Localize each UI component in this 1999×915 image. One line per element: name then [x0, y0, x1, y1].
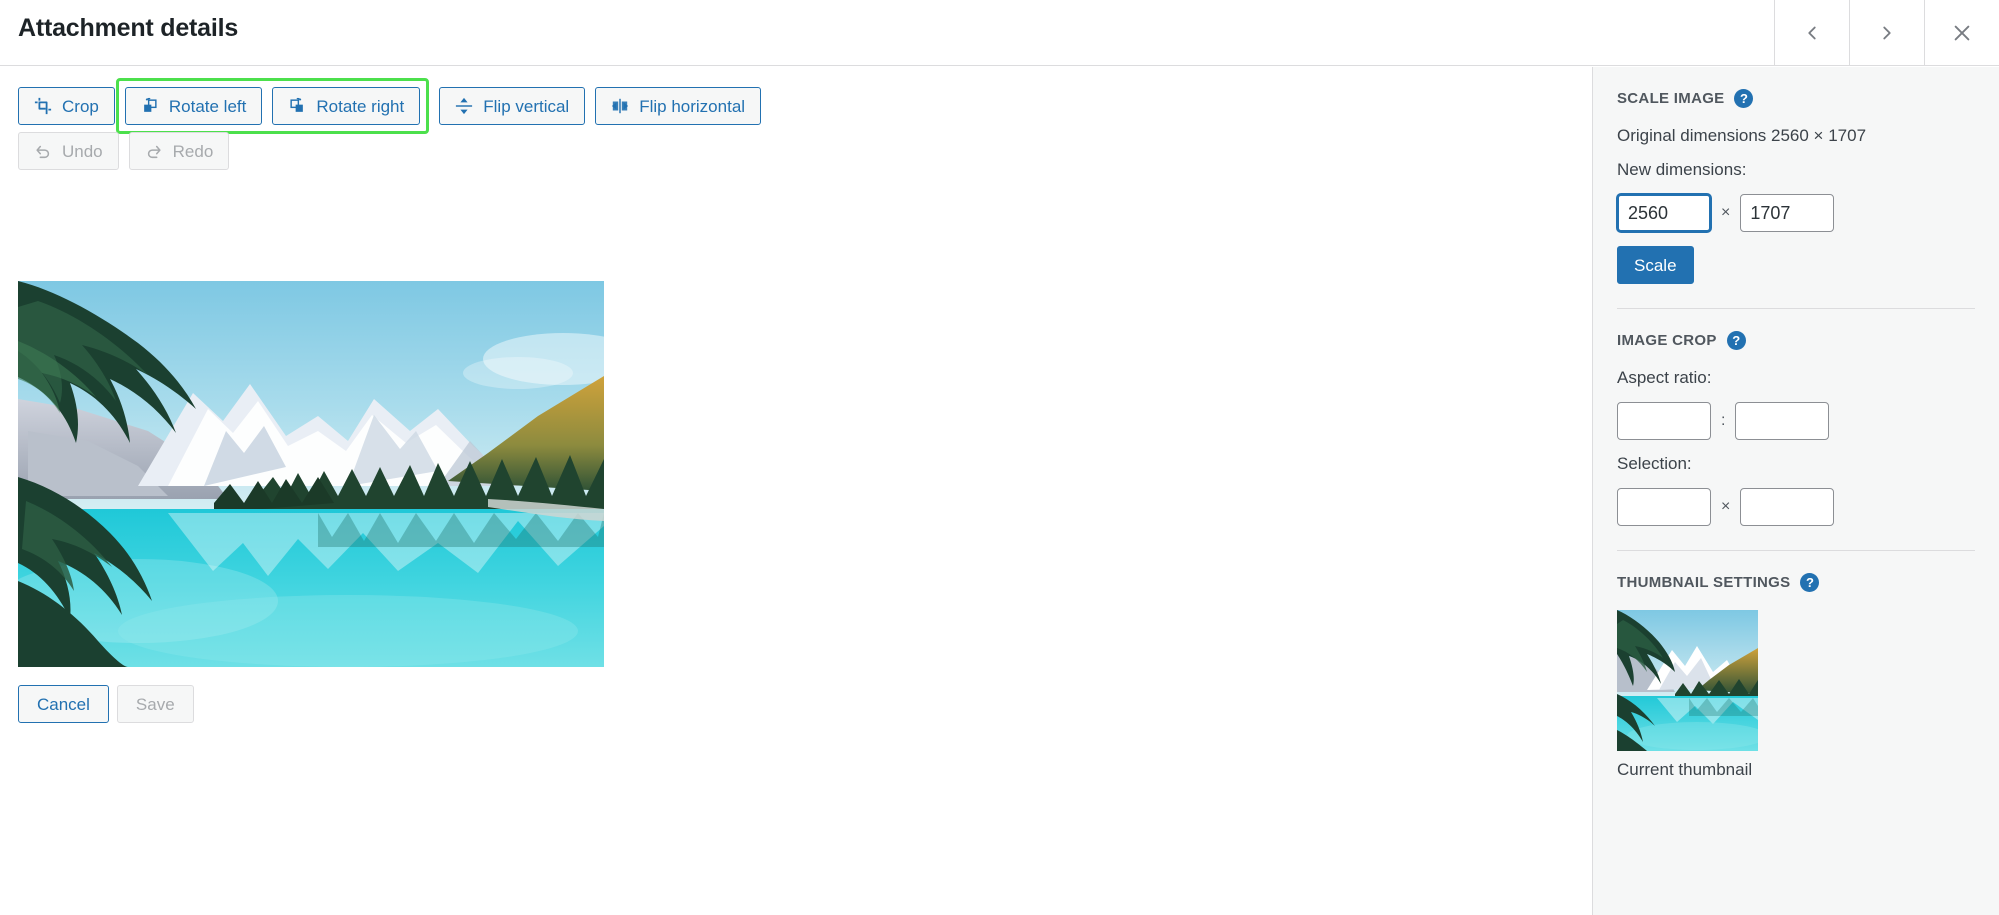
- redo-icon: [145, 142, 163, 160]
- previous-button[interactable]: [1774, 0, 1849, 66]
- flip-horizontal-button-label: Flip horizontal: [639, 96, 746, 116]
- image-preview[interactable]: [18, 281, 604, 667]
- thumbnail-settings-header: Thumbnail Settings ?: [1617, 573, 1975, 592]
- crop-button[interactable]: Crop: [18, 87, 115, 125]
- aspect-ratio-fields: :: [1617, 402, 1975, 440]
- new-dimensions-fields: ×: [1617, 194, 1975, 232]
- rotate-buttons-highlight-group: Rotate left Rotate right: [115, 78, 430, 134]
- image-crop-section: Image Crop ? Aspect ratio: : Selection: …: [1617, 308, 1975, 526]
- scale-height-input[interactable]: [1740, 194, 1835, 232]
- flip-vertical-button-label: Flip vertical: [483, 96, 570, 116]
- undo-button-label: Undo: [62, 141, 103, 161]
- scale-image-section: Scale Image ? Original dimensions 2560 ×…: [1617, 67, 1975, 284]
- flip-vertical-button[interactable]: Flip vertical: [439, 87, 586, 125]
- modal-header: Attachment details: [0, 0, 1999, 66]
- thumbnail-caption: Current thumbnail: [1617, 760, 1753, 779]
- scale-button[interactable]: Scale: [1617, 246, 1694, 284]
- thumbnail-settings-title: Thumbnail Settings: [1617, 574, 1791, 591]
- flip-vertical-icon: [455, 97, 473, 115]
- aspect-ratio-separator: :: [1721, 412, 1726, 429]
- thumbnail-settings-section: Thumbnail Settings ?: [1617, 550, 1975, 780]
- help-icon[interactable]: ?: [1726, 331, 1746, 350]
- selection-separator: ×: [1721, 498, 1731, 515]
- image-edit-toolbar: Crop Rotate left Rotate right Flip verti…: [18, 78, 1418, 177]
- selection-fields: ×: [1617, 488, 1975, 526]
- rotate-left-button-label: Rotate left: [168, 96, 247, 116]
- close-icon: [1951, 22, 1973, 44]
- attachment-details-modal: Attachment details Crop Rotate left Rota…: [0, 0, 1999, 915]
- undo-button[interactable]: Undo: [18, 132, 119, 170]
- rotate-right-icon: [288, 97, 306, 115]
- close-button[interactable]: [1924, 0, 1999, 66]
- history-button-row: Undo Redo: [18, 132, 1418, 170]
- selection-width-input[interactable]: [1617, 488, 1711, 526]
- selection-label: Selection:: [1617, 454, 1692, 473]
- cancel-button[interactable]: Cancel: [18, 685, 109, 723]
- aspect-ratio-height-input[interactable]: [1735, 402, 1830, 440]
- original-dimensions-label: Original dimensions 2560 × 1707: [1617, 126, 1867, 145]
- next-button[interactable]: [1849, 0, 1924, 66]
- chevron-right-icon: [1876, 22, 1898, 44]
- redo-button[interactable]: Redo: [128, 132, 230, 170]
- rotate-left-icon: [141, 97, 159, 115]
- selection-height-input[interactable]: [1740, 488, 1835, 526]
- flip-horizontal-icon: [611, 97, 629, 115]
- undo-icon: [34, 142, 52, 160]
- lake-photo: [18, 281, 604, 667]
- new-dimensions-label: New dimensions:: [1617, 160, 1747, 179]
- help-icon[interactable]: ?: [1734, 89, 1754, 108]
- image-crop-header: Image Crop ?: [1617, 331, 1975, 350]
- image-crop-title: Image Crop: [1617, 332, 1717, 349]
- scale-image-header: Scale Image ?: [1617, 89, 1975, 108]
- rotate-right-button-label: Rotate right: [316, 96, 405, 116]
- scale-width-input[interactable]: [1617, 194, 1711, 232]
- redo-button-label: Redo: [172, 141, 214, 161]
- scale-image-title: Scale Image: [1617, 90, 1725, 107]
- rotate-left-button[interactable]: Rotate left: [124, 87, 263, 125]
- attachment-settings-sidebar: Scale Image ? Original dimensions 2560 ×…: [1592, 67, 1999, 915]
- transform-button-row: Crop Rotate left Rotate right Flip verti…: [18, 78, 1418, 134]
- image-editor-pane: Crop Rotate left Rotate right Flip verti…: [0, 67, 1592, 915]
- help-icon[interactable]: ?: [1800, 573, 1820, 592]
- rotate-right-button[interactable]: Rotate right: [272, 87, 421, 125]
- header-navigation: [1774, 0, 1999, 66]
- dimension-separator: ×: [1721, 204, 1731, 221]
- chevron-left-icon: [1801, 22, 1823, 44]
- page-title: Attachment details: [18, 14, 239, 42]
- aspect-ratio-label: Aspect ratio:: [1617, 368, 1712, 387]
- current-thumbnail-image[interactable]: [1617, 610, 1758, 751]
- editor-actions: Cancel Save: [18, 685, 194, 723]
- crop-icon: [34, 97, 52, 115]
- crop-button-label: Crop: [62, 96, 99, 116]
- aspect-ratio-width-input[interactable]: [1617, 402, 1711, 440]
- flip-horizontal-button[interactable]: Flip horizontal: [595, 87, 762, 125]
- save-button[interactable]: Save: [116, 685, 194, 723]
